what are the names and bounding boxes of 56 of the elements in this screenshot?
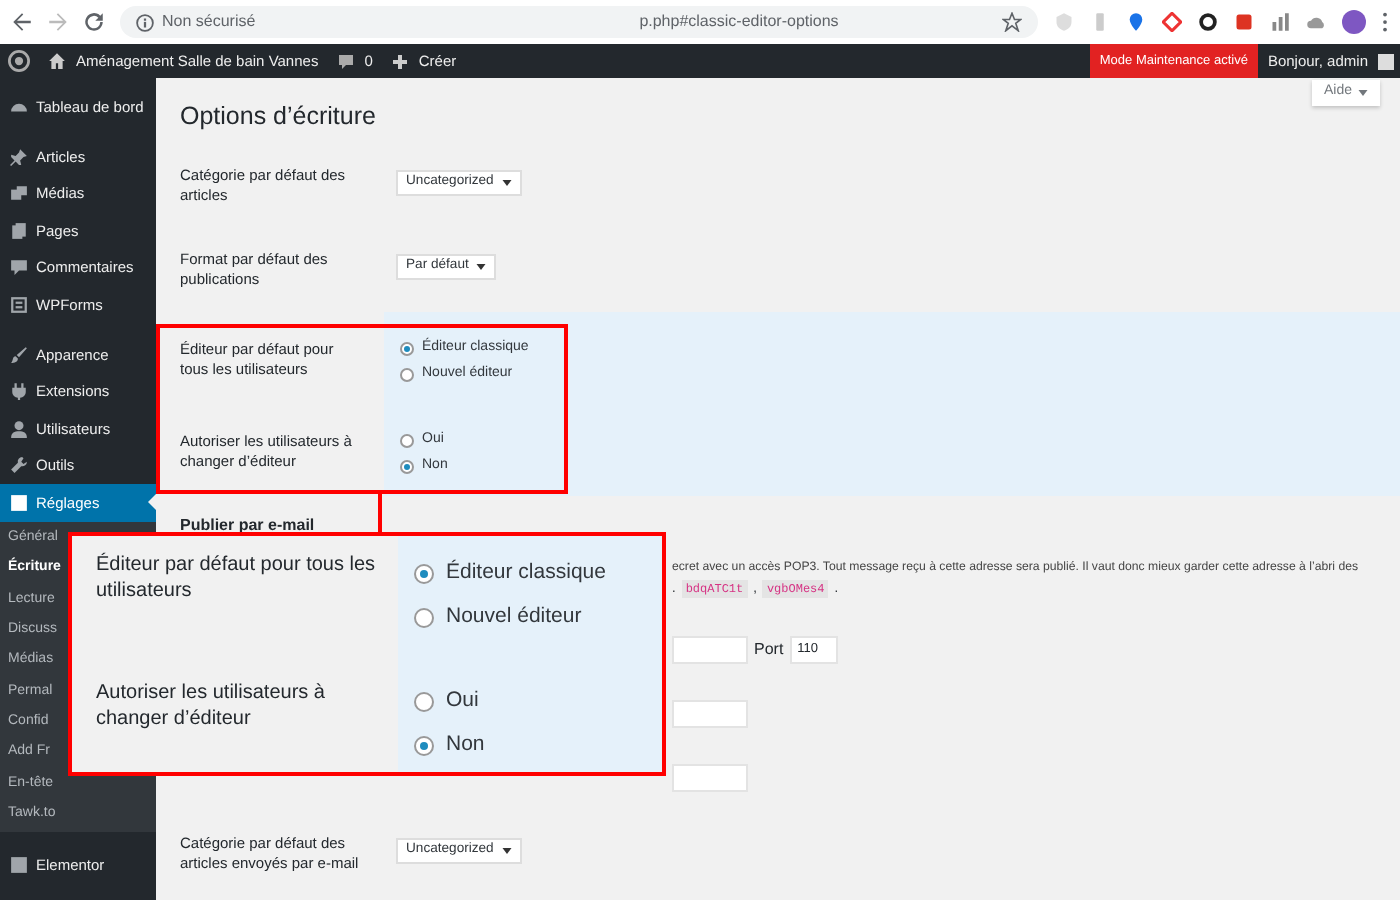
wordpress-logo-icon[interactable] bbox=[8, 50, 30, 72]
reload-icon[interactable] bbox=[84, 12, 104, 32]
plug-icon bbox=[10, 382, 28, 401]
radio-button[interactable] bbox=[400, 342, 414, 356]
security-label: Non sécurisé bbox=[162, 10, 256, 34]
section-heading: Publier par e-mail bbox=[180, 514, 317, 538]
radio-button[interactable] bbox=[400, 434, 414, 448]
option-label: Éditeur classique bbox=[446, 558, 606, 589]
input-field[interactable] bbox=[672, 636, 748, 664]
page-title: Options d’écriture bbox=[180, 100, 378, 132]
form-icon bbox=[10, 295, 28, 314]
caret-icon bbox=[1358, 90, 1368, 96]
cloud-icon[interactable] bbox=[1306, 12, 1326, 32]
avatar-icon[interactable] bbox=[1342, 10, 1366, 34]
caret-icon bbox=[476, 264, 487, 270]
home-icon[interactable] bbox=[48, 52, 66, 70]
pin-icon bbox=[10, 147, 28, 166]
pointer-icon bbox=[148, 494, 156, 511]
speech-bubble-icon[interactable] bbox=[338, 53, 355, 69]
forward-icon[interactable] bbox=[48, 12, 68, 32]
pages-icon bbox=[10, 221, 28, 240]
ring-icon[interactable] bbox=[1198, 12, 1218, 32]
input-field[interactable] bbox=[672, 700, 748, 728]
square-icon[interactable] bbox=[1234, 12, 1254, 32]
caret-icon bbox=[501, 848, 512, 854]
diamond-icon[interactable] bbox=[1162, 12, 1182, 32]
radio-button[interactable] bbox=[400, 460, 414, 474]
radio-button[interactable] bbox=[414, 608, 434, 628]
avatar-icon[interactable] bbox=[1378, 53, 1394, 69]
brush-icon bbox=[10, 345, 28, 364]
pin-drop-icon[interactable] bbox=[1126, 12, 1146, 32]
input-field[interactable] bbox=[672, 764, 748, 792]
address-bar[interactable]: Non sécurisé p.php#classic-editor-options bbox=[120, 6, 1038, 38]
radio-button[interactable] bbox=[400, 368, 414, 382]
square-icon bbox=[10, 855, 28, 874]
back-icon[interactable] bbox=[12, 12, 32, 32]
user-icon bbox=[10, 419, 28, 438]
chart-icon[interactable] bbox=[1270, 12, 1290, 32]
speech-bubble-icon bbox=[10, 258, 28, 277]
star-icon[interactable] bbox=[1002, 12, 1022, 32]
option-label: Non bbox=[446, 730, 485, 761]
port-label: Port bbox=[754, 638, 784, 662]
info-icon bbox=[136, 13, 154, 31]
option-label: Nouvel éditeur bbox=[446, 602, 582, 633]
caret-icon bbox=[501, 180, 512, 186]
photos-icon bbox=[10, 184, 28, 203]
setting-label: Éditeur par défaut pour tous les utilisateurs bbox=[96, 552, 378, 606]
wrench-icon bbox=[10, 456, 28, 475]
option-label: Oui bbox=[446, 686, 479, 717]
menu-icon[interactable] bbox=[1382, 12, 1388, 32]
radio-button[interactable] bbox=[414, 736, 434, 756]
plus-icon[interactable] bbox=[392, 53, 409, 69]
setting-label: Autoriser les utilisateurs à changer d’éditeur bbox=[96, 680, 327, 734]
radio-button[interactable] bbox=[414, 692, 434, 712]
radio-button[interactable] bbox=[414, 564, 434, 584]
url-text: p.php#classic-editor-options bbox=[639, 10, 839, 34]
